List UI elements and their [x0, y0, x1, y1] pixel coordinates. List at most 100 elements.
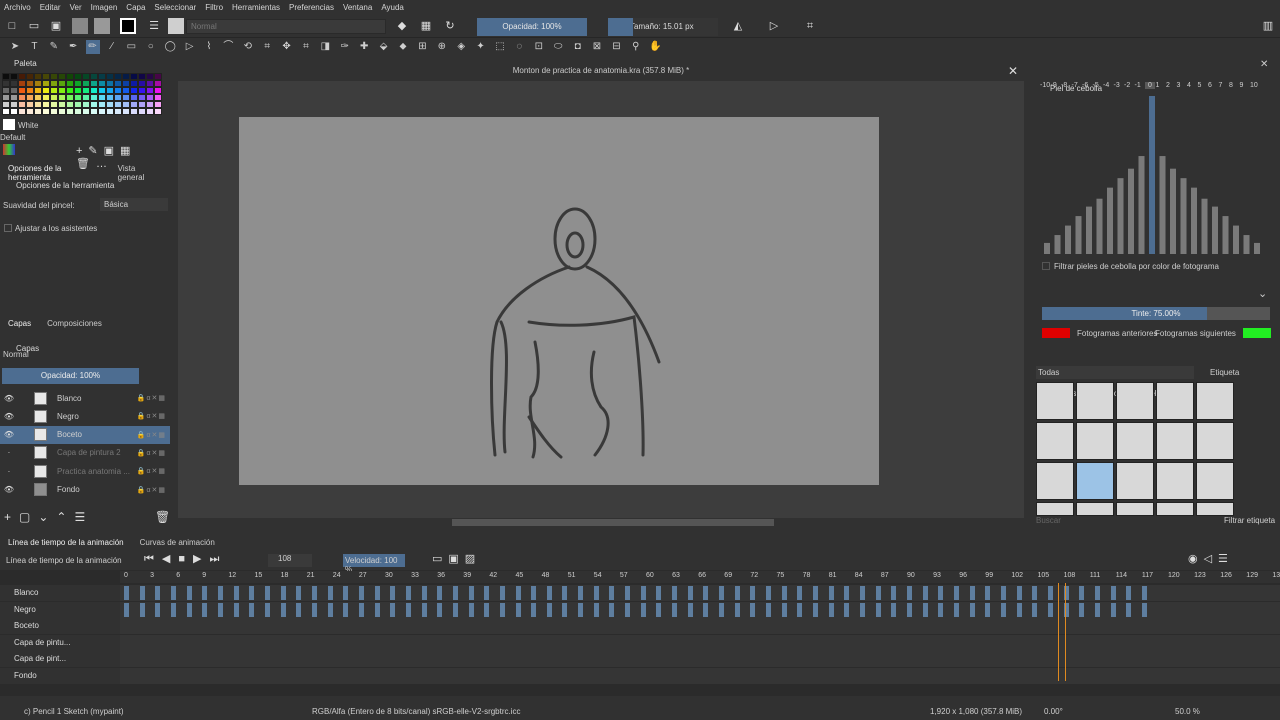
- keyframe[interactable]: [875, 586, 881, 600]
- tool-28-icon[interactable]: ⬭: [551, 40, 565, 54]
- swatch[interactable]: [66, 73, 74, 80]
- keyframe[interactable]: [217, 586, 223, 600]
- keyframe[interactable]: [1000, 602, 1006, 617]
- swatch[interactable]: [58, 80, 66, 87]
- swatch[interactable]: [42, 101, 50, 108]
- keyframe[interactable]: [170, 586, 176, 600]
- keyframe[interactable]: [938, 602, 944, 617]
- swatch[interactable]: [114, 80, 122, 87]
- keyframe[interactable]: [875, 602, 881, 617]
- track-name[interactable]: Capa de pint...: [0, 651, 120, 668]
- swatch[interactable]: [74, 108, 82, 115]
- keyframe[interactable]: [1032, 602, 1038, 617]
- onion-bar[interactable]: [1243, 235, 1250, 254]
- tool-18-icon[interactable]: ✚: [357, 40, 371, 54]
- preset-filter-select[interactable]: Todas: [1036, 366, 1194, 379]
- swatch[interactable]: [26, 94, 34, 101]
- onion-offset-15[interactable]: 5: [1198, 82, 1202, 89]
- layer-actions[interactable]: +▢⌄⌃☰: [4, 510, 93, 524]
- blend-mode-select[interactable]: Normal: [186, 19, 386, 34]
- onion-offset-14[interactable]: 4: [1187, 82, 1191, 89]
- swatch[interactable]: [130, 80, 138, 87]
- tool-25-icon[interactable]: ⬚: [493, 40, 507, 54]
- brush-preset[interactable]: [1036, 462, 1074, 500]
- layer-properties-icon[interactable]: 🔒α✕▦: [137, 467, 166, 475]
- tool-11-icon[interactable]: ⌒: [221, 40, 235, 54]
- onion-offset-10[interactable]: 0: [1145, 82, 1155, 89]
- swatch[interactable]: [138, 80, 146, 87]
- keyframe[interactable]: [750, 586, 756, 600]
- track-name[interactable]: Blanco: [0, 585, 120, 601]
- brush-preset[interactable]: [1076, 502, 1114, 516]
- keyframe[interactable]: [358, 602, 364, 617]
- keyframe[interactable]: [484, 602, 490, 617]
- brush-preset-icon[interactable]: [168, 18, 184, 34]
- keyframe[interactable]: [593, 602, 599, 617]
- keyframe[interactable]: [813, 602, 819, 617]
- keyframe[interactable]: [155, 586, 161, 600]
- track-name[interactable]: Fondo: [0, 668, 120, 684]
- swatch[interactable]: [74, 80, 82, 87]
- keyframe[interactable]: [531, 586, 537, 600]
- layer-row[interactable]: 👁 Boceto 🔒α✕▦: [0, 425, 170, 444]
- eraser-icon[interactable]: ◆: [394, 18, 410, 34]
- keyframe[interactable]: [828, 602, 834, 617]
- layer-properties-icon[interactable]: 🔒α✕▦: [137, 431, 166, 439]
- tool-29-icon[interactable]: ◘: [571, 40, 585, 54]
- swatch[interactable]: [114, 87, 122, 94]
- swatch[interactable]: [138, 94, 146, 101]
- layer-row[interactable]: 👁 Negro 🔒α✕▦: [0, 407, 170, 425]
- swatch[interactable]: [42, 94, 50, 101]
- swatch[interactable]: [34, 80, 42, 87]
- tool-32-icon[interactable]: ⚲: [629, 40, 643, 54]
- layer-visibility-icon[interactable]: ·: [3, 467, 15, 476]
- keyframe[interactable]: [233, 586, 239, 600]
- swatch[interactable]: [130, 101, 138, 108]
- swatch[interactable]: [122, 94, 130, 101]
- keyframe[interactable]: [468, 602, 474, 617]
- keyframe[interactable]: [719, 586, 725, 600]
- keyframe[interactable]: [781, 602, 787, 617]
- brush-preset[interactable]: [1156, 462, 1194, 500]
- onion-offset-18[interactable]: 8: [1229, 82, 1233, 89]
- tool-15-icon[interactable]: ⌗: [299, 40, 313, 54]
- swatch[interactable]: [18, 87, 26, 94]
- tool-30-icon[interactable]: ⊠: [590, 40, 604, 54]
- mirror-vertical-icon[interactable]: ▷: [766, 18, 782, 34]
- swatch[interactable]: [98, 94, 106, 101]
- swatch[interactable]: [130, 73, 138, 80]
- swatch[interactable]: [50, 108, 58, 115]
- onion-bar[interactable]: [1254, 242, 1260, 254]
- keyframe[interactable]: [703, 586, 709, 600]
- swatch[interactable]: [122, 80, 130, 87]
- keyframe[interactable]: [515, 602, 521, 617]
- swatch[interactable]: [130, 94, 138, 101]
- keyframe[interactable]: [264, 586, 270, 600]
- layer-row[interactable]: 👁 Blanco 🔒α✕▦: [0, 389, 170, 407]
- tool-6-icon[interactable]: ▭: [124, 40, 138, 54]
- keyframe[interactable]: [609, 586, 615, 600]
- keyframe[interactable]: [907, 586, 912, 600]
- tool-19-icon[interactable]: ⬙: [377, 40, 391, 54]
- keyframe[interactable]: [202, 602, 208, 617]
- keyframe[interactable]: [374, 602, 380, 617]
- swatch[interactable]: [98, 87, 106, 94]
- track-name[interactable]: Capa de pintu...: [0, 634, 120, 651]
- onion-tint-slider[interactable]: Tinte: 75.00%: [1042, 307, 1270, 320]
- keyframe[interactable]: [609, 602, 615, 617]
- swatch[interactable]: [138, 73, 146, 80]
- brush-preset[interactable]: [1076, 422, 1114, 460]
- keyframe[interactable]: [985, 586, 991, 600]
- layer-row[interactable]: · Capa de pintura 2 🔒α✕▦: [0, 444, 170, 462]
- tool-26-icon[interactable]: ◌: [512, 40, 526, 54]
- brush-preset[interactable]: [1076, 462, 1114, 500]
- swatch[interactable]: [122, 73, 130, 80]
- onion-bar[interactable]: [1233, 225, 1239, 254]
- alpha-lock-icon[interactable]: ▦: [418, 18, 434, 34]
- keyframe[interactable]: [969, 602, 975, 617]
- onion-offset-2[interactable]: -8: [1061, 82, 1067, 89]
- menu-5[interactable]: Seleccionar: [154, 3, 196, 12]
- preset-search-input[interactable]: Buscar: [1036, 516, 1061, 525]
- swatch[interactable]: [82, 73, 90, 80]
- keyframe[interactable]: [124, 602, 129, 617]
